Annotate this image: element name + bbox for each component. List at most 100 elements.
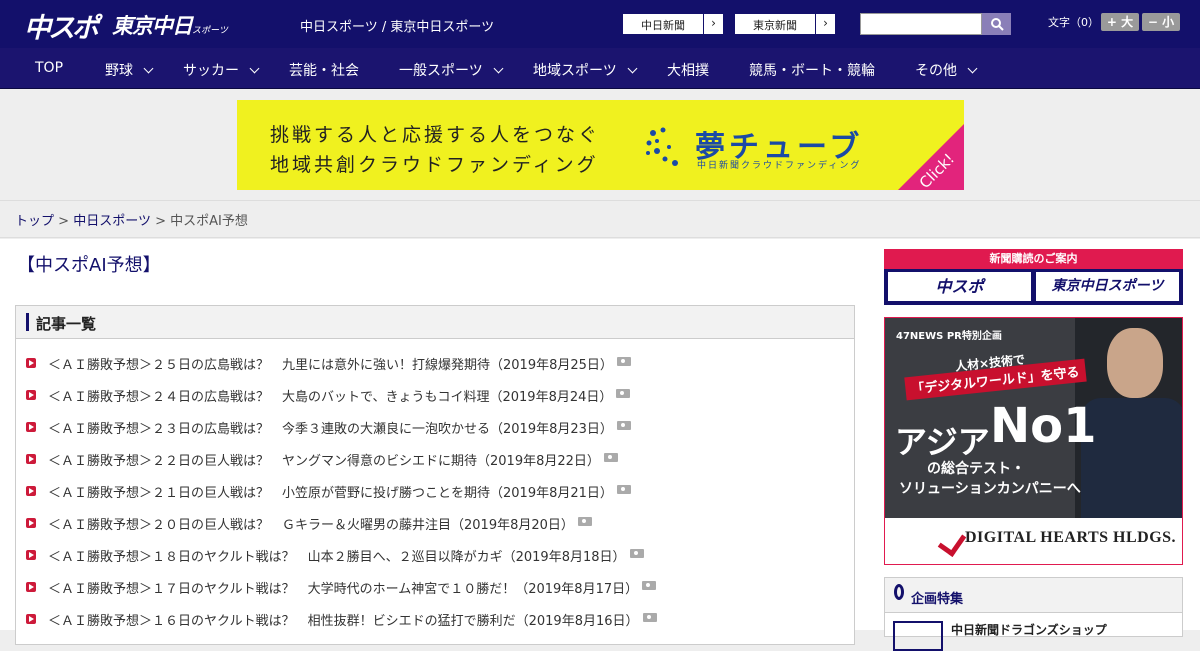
article-title: ＜ＡＩ勝敗予想＞２５日の広島戦は？ 九里には意外に強い！打線爆発期待（2019年… <box>48 358 613 373</box>
pr-asia-text: アジア <box>895 423 990 461</box>
nav-item-soccer[interactable]: サッカー <box>183 60 260 80</box>
nav-label: TOP <box>35 60 64 76</box>
top-header-bar: 中スポ 東京中日スポーツ 中日スポーツ / 東京中日スポーツ 中日新聞 › 東京… <box>0 0 1200 48</box>
chevron-down-icon <box>249 63 260 74</box>
ad-text-line1: 挑戦する人と応援する人をつなぐ <box>270 124 601 146</box>
pr-company-logo: DIGITAL HEARTS HLDGS. <box>941 529 1176 547</box>
camera-icon <box>616 421 631 430</box>
article-title: ＜ＡＩ勝敗予想＞１６日のヤクルト戦は？ 相性抜群！ビシエドの猛打で勝利だ（201… <box>48 614 639 629</box>
breadcrumb: トップ > 中日スポーツ > 中スポAI予想 <box>15 210 248 229</box>
pr-person-head <box>1107 328 1163 398</box>
article-list-box: 記事一覧 ＜ＡＩ勝敗予想＞２５日の広島戦は？ 九里には意外に強い！打線爆発期待（… <box>15 305 855 645</box>
link-label: 中日新聞 <box>641 19 685 32</box>
link-label: 東京新聞 <box>753 19 797 32</box>
camera-icon <box>629 549 644 558</box>
logo-text: 東京中日 <box>112 14 193 38</box>
camera-icon <box>616 357 631 366</box>
play-bullet-icon <box>26 454 36 464</box>
logo-text-small: スポーツ <box>192 26 228 36</box>
ad-text-line2: 地域共創クラウドファンディング <box>270 154 599 176</box>
breadcrumb-section[interactable]: 中日スポーツ <box>73 214 151 229</box>
ad-brand-sub: 中日新聞クラウドファンディング <box>697 161 862 171</box>
play-bullet-icon <box>26 550 36 560</box>
article-title: ＜ＡＩ勝敗予想＞２４日の広島戦は？ 大島のバットで、きょうもコイ料理（2019年… <box>48 390 613 405</box>
subscribe-tokyo-chunichi-button[interactable]: 東京中日スポーツ <box>1036 272 1179 301</box>
feature-thumbnail[interactable] <box>893 621 943 651</box>
feature-box: 企画特集 中日新聞ドラゴンズショップ <box>884 577 1183 651</box>
play-bullet-icon <box>26 422 36 432</box>
search-input[interactable] <box>860 13 982 35</box>
font-size-down-button[interactable]: − 小 <box>1142 13 1180 31</box>
nav-label: サッカー <box>183 63 239 79</box>
camera-icon <box>642 613 657 622</box>
article-list-header: 記事一覧 <box>16 306 854 339</box>
breadcrumb-separator: > <box>155 214 166 229</box>
chevron-down-icon <box>143 63 154 74</box>
ribbon-icon <box>894 584 904 600</box>
breadcrumb-current: 中スポAI予想 <box>170 214 248 229</box>
nav-item-general-sports[interactable]: 一般スポーツ <box>399 60 504 80</box>
search-icon <box>991 18 1004 31</box>
chevron-down-icon <box>967 63 978 74</box>
nav-item-top[interactable]: TOP <box>35 60 63 76</box>
play-bullet-icon <box>26 518 36 528</box>
nav-item-other[interactable]: その他 <box>915 60 978 80</box>
feature-title: 企画特集 <box>911 592 964 607</box>
feature-header: 企画特集 <box>885 578 1182 613</box>
pr-subline1: の総合テスト・ <box>927 461 1025 477</box>
article-title: ＜ＡＩ勝敗予想＞２１日の巨人戦は？ 小笠原が菅野に投げ勝つことを期待（2019年… <box>48 486 613 501</box>
font-size-label: 文字（0） <box>1048 16 1099 29</box>
breadcrumb-home[interactable]: トップ <box>15 214 54 229</box>
subscription-box: 新聞購読のご案内 中スポ 東京中日スポーツ <box>884 249 1183 305</box>
play-bullet-icon <box>26 390 36 400</box>
nav-item-racing[interactable]: 競馬・ボート・競輪 <box>749 60 875 80</box>
article-list-heading: 記事一覧 <box>36 315 97 333</box>
nav-item-local-sports[interactable]: 地域スポーツ <box>533 60 638 80</box>
breadcrumb-separator: > <box>58 214 70 229</box>
camera-icon <box>603 453 618 462</box>
article-title: ＜ＡＩ勝敗予想＞２２日の巨人戦は？ ヤングマン得意のビシエドに期待（2019年8… <box>48 454 600 469</box>
chevron-right-icon: › <box>815 14 835 34</box>
chevron-down-icon <box>627 63 638 74</box>
font-size-up-button[interactable]: + 大 <box>1101 13 1139 31</box>
yume-tube-ad-banner[interactable]: 挑戦する人と応援する人をつなぐ 地域共創クラウドファンディング 夢チューブ 中日… <box>237 100 964 190</box>
article-title: ＜ＡＩ勝敗予想＞２０日の巨人戦は？ Ｇキラー＆火曜男の藤井注目（2019年8月2… <box>48 518 574 533</box>
site-titles: 中日スポーツ / 東京中日スポーツ <box>300 20 495 35</box>
subscribe-chunichi-sports-button[interactable]: 中スポ <box>888 272 1031 301</box>
nav-label: 一般スポーツ <box>399 63 483 79</box>
nav-label: 芸能・社会 <box>289 63 359 79</box>
pr-label: 47NEWS PR特別企画 <box>896 331 1002 342</box>
pr-subline2: ソリューションカンパニーへ <box>899 481 1081 497</box>
pr-ad-digital-hearts[interactable]: 47NEWS PR特別企画 人材×技術で 「デジタルワールド」を守る アジア N… <box>884 317 1183 565</box>
logo-tokyo-chunichi-sports[interactable]: 東京中日スポーツ <box>112 10 228 40</box>
logo-chunichi-sports[interactable]: 中スポ <box>24 6 99 45</box>
dots-logo-icon <box>646 127 678 166</box>
article-title: ＜ＡＩ勝敗予想＞１８日のヤクルト戦は？ 山本２勝目へ、２巡目以降がカギ（2019… <box>48 550 626 565</box>
main-nav: TOP 野球 サッカー 芸能・社会 一般スポーツ 地域スポーツ 大相撲 競馬・ボ… <box>0 48 1200 89</box>
play-bullet-icon <box>26 582 36 592</box>
play-bullet-icon <box>26 614 36 624</box>
play-bullet-icon <box>26 486 36 496</box>
pr-company-name: DIGITAL HEARTS HLDGS. <box>965 529 1177 546</box>
chunichi-shimbun-link[interactable]: 中日新聞 › <box>622 13 724 35</box>
article-title: ＜ＡＩ勝敗予想＞２３日の広島戦は？ 今季３連敗の大瀬良に一泡吹かせる（2019年… <box>48 422 613 437</box>
pr-no1-text: No1 <box>990 398 1097 454</box>
nav-label: 地域スポーツ <box>533 63 617 79</box>
nav-item-baseball[interactable]: 野球 <box>105 60 154 80</box>
search-button[interactable] <box>982 13 1011 35</box>
camera-icon <box>616 389 631 398</box>
chevron-right-icon: › <box>703 14 723 34</box>
article-title: ＜ＡＩ勝敗予想＞１７日のヤクルト戦は？ 大学時代のホーム神宮で１０勝だ！（201… <box>48 582 639 597</box>
nav-label: 野球 <box>105 63 133 79</box>
nav-label: 大相撲 <box>667 63 709 79</box>
page-title: 【中スポAI予想】 <box>17 255 161 276</box>
nav-item-entertainment[interactable]: 芸能・社会 <box>289 60 359 80</box>
nav-item-sumo[interactable]: 大相撲 <box>667 60 709 80</box>
camera-icon <box>616 485 631 494</box>
camera-icon <box>642 581 657 590</box>
tokyo-shimbun-link[interactable]: 東京新聞 › <box>734 13 836 35</box>
nav-label: 競馬・ボート・競輪 <box>749 63 875 79</box>
camera-icon <box>577 517 592 526</box>
subscription-heading: 新聞購読のご案内 <box>884 249 1183 269</box>
nav-label: その他 <box>915 63 957 79</box>
